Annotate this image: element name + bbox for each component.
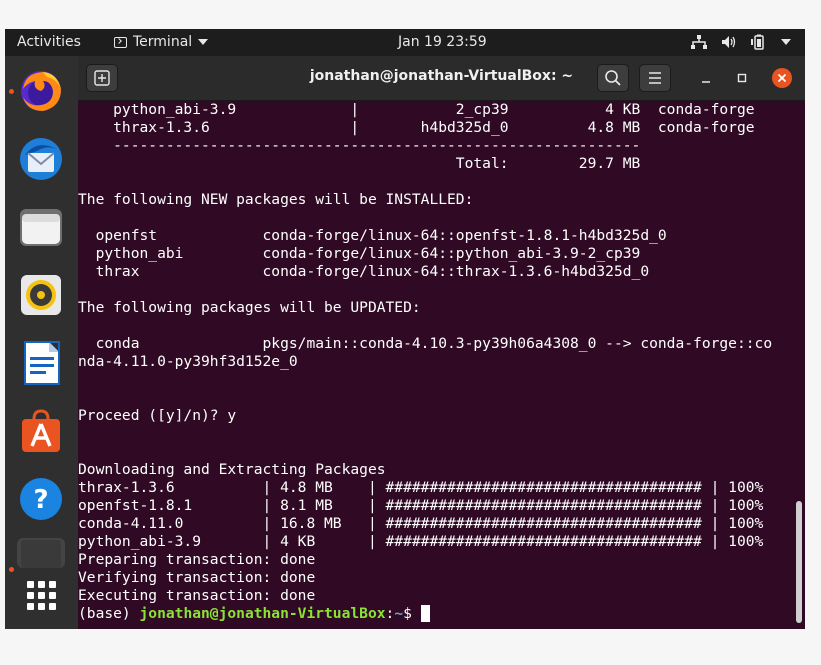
writer-icon [24,341,60,385]
terminal-line: thrax-1.3.6 | 4.8 MB | #################… [78,479,764,496]
close-icon [777,73,787,83]
help-icon: ? [20,478,62,520]
prompt-user-host: jonathan@jonathan-VirtualBox [139,605,386,622]
clock[interactable]: Jan 19 23:59 [398,34,487,50]
dock-item-files[interactable] [17,203,65,251]
terminal-line: The following packages will be UPDATED: [78,299,421,316]
minimize-button[interactable] [696,68,716,88]
terminal-line: python_abi conda-forge/linux-64::python_… [78,245,641,262]
header-bar: jonathan@jonathan-VirtualBox: ~ [78,56,805,101]
hamburger-menu-icon [649,72,661,84]
running-indicator [9,567,14,572]
menu-button[interactable] [639,64,671,92]
activities-button[interactable]: Activities [17,34,81,50]
battery-icon [751,34,764,50]
search-button[interactable] [597,64,629,92]
chevron-down-icon [198,39,209,45]
maximize-button[interactable] [732,68,752,88]
terminal-app-icon [114,36,127,48]
terminal-line: python_abi-3.9 | 2_cp39 4 KB conda-forge [78,101,755,118]
rhythmbox-icon [21,275,61,315]
dock-item-rhythmbox[interactable] [17,271,65,319]
network-icon [691,35,707,49]
prompt-path: ~ [394,605,404,622]
terminal-lines: python_abi-3.9 | 2_cp39 4 KB conda-forge… [78,101,793,605]
top-bar: Activities Terminal Jan 19 23:59 [5,29,805,56]
files-icon [20,209,62,246]
terminal-output[interactable]: python_abi-3.9 | 2_cp39 4 KB conda-forge… [78,101,793,629]
app-menu[interactable]: Terminal [114,34,209,50]
terminal-window: jonathan@jonathan-VirtualBox: ~ python_a… [78,56,805,629]
dock-item-software[interactable] [17,407,65,455]
terminal-line: python_abi-3.9 | 4 KB | ################… [78,533,764,550]
terminal-line: thrax-1.3.6 | h4bd325d_0 4.8 MB conda-fo… [78,119,755,136]
search-icon [605,70,621,86]
software-center-icon [22,409,60,452]
prompt-env: (base) [78,605,140,622]
system-menu-caret-icon [781,39,791,45]
terminal-line: Downloading and Extracting Packages [78,461,386,478]
terminal-line: Verifying transaction: done [78,569,316,586]
desktop: Activities Terminal Jan 19 23:59 ? jonat… [5,29,805,629]
terminal-line: Executing transaction: done [78,587,316,604]
volume-icon [722,36,736,48]
terminal-line: conda pkgs/main::conda-4.10.3-py39h06a43… [78,335,773,352]
show-applications-button[interactable] [17,575,65,623]
terminal-line: ----------------------------------------… [78,137,641,154]
terminal-line: Proceed ([y]/n)? y [78,407,237,424]
firefox-icon [21,71,61,111]
terminal-line: openfst conda-forge/linux-64::openfst-1.… [78,227,667,244]
terminal-line: thrax conda-forge/linux-64::thrax-1.3.6-… [78,263,650,280]
dock-item-terminal[interactable] [17,538,65,568]
app-menu-label: Terminal [133,34,193,50]
terminal-line: Preparing transaction: done [78,551,316,568]
dock-item-firefox[interactable] [17,67,65,115]
prompt-separator: : [385,605,395,622]
dock: ? [5,56,78,629]
running-indicator [9,89,14,94]
terminal-line: Total: 29.7 MB [78,155,641,172]
dock-item-help[interactable]: ? [17,475,65,523]
terminal-line: conda-4.11.0 | 16.8 MB | ###############… [78,515,764,532]
dock-item-writer[interactable] [17,339,65,387]
terminal-line: The following NEW packages will be INSTA… [78,191,474,208]
terminal-icon [21,540,61,568]
app-grid-icon [27,581,56,610]
system-tray[interactable] [691,34,791,50]
thunderbird-icon [20,138,62,180]
close-button[interactable] [772,68,792,88]
prompt-symbol: $ [403,605,421,622]
terminal-line: nda-4.11.0-py39hf3d152e_0 [78,353,298,370]
terminal-line: openfst-1.8.1 | 8.1 MB | ###############… [78,497,764,514]
text-cursor [420,605,430,622]
minimize-icon [702,81,710,83]
dock-item-thunderbird[interactable] [17,135,65,183]
shell-prompt[interactable]: (base) jonathan@jonathan-VirtualBox:~$ [78,605,793,623]
maximize-icon [737,73,747,83]
scrollbar-thumb[interactable] [796,501,802,623]
svg-text:?: ? [33,485,48,515]
